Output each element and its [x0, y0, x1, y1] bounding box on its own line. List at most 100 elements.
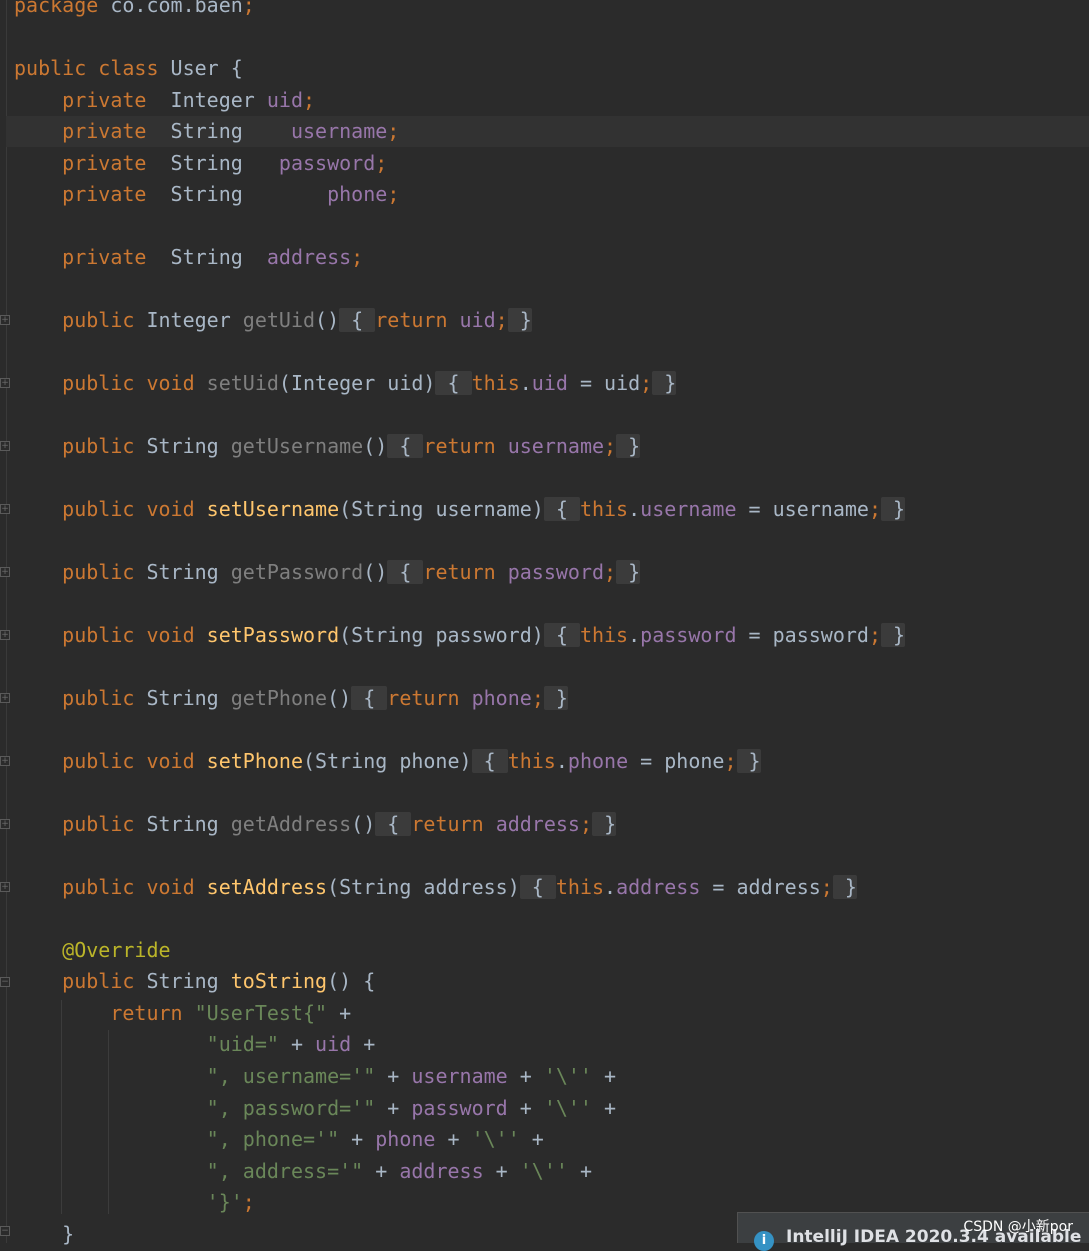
- concat-password[interactable]: ", password='" + password + '\'' +: [14, 1093, 616, 1124]
- code-token: @Override: [14, 938, 171, 962]
- code-token: "UserTest{": [194, 1001, 328, 1025]
- code-editor[interactable]: package co.com.baen; public class User { …: [0, 0, 1089, 1246]
- code-token: getUsername: [230, 434, 364, 458]
- code-token: = address: [700, 875, 821, 899]
- field-uid[interactable]: private Integer uid;: [14, 85, 315, 116]
- code-token: +: [591, 1064, 617, 1088]
- package-line[interactable]: package co.com.baen;: [14, 0, 255, 21]
- code-token: ;: [868, 497, 881, 521]
- fold-icon[interactable]: −: [0, 1226, 10, 1236]
- code-token: String: [146, 812, 231, 836]
- code-token: public: [14, 686, 147, 710]
- code-token: setAddress: [206, 875, 328, 899]
- code-token: private: [14, 151, 171, 175]
- method-getpassword[interactable]: public String getPassword() { return pas…: [14, 557, 641, 588]
- method-getusername[interactable]: public String getUsername() { return use…: [14, 431, 641, 462]
- code-token: {: [543, 497, 580, 521]
- code-token: ", address='": [14, 1159, 364, 1183]
- code-token: address: [616, 875, 701, 899]
- method-getuid[interactable]: public Integer getUid() { return uid; }: [14, 305, 532, 336]
- info-icon: i: [754, 1231, 774, 1251]
- method-close[interactable]: }: [14, 1219, 74, 1250]
- return-line[interactable]: return "UserTest{" +: [14, 998, 351, 1029]
- fold-icon[interactable]: +: [0, 504, 10, 514]
- code-token: ;: [242, 0, 255, 17]
- fold-icon[interactable]: +: [0, 315, 10, 325]
- code-token: getUid: [242, 308, 316, 332]
- code-token: ;: [640, 371, 653, 395]
- field-address[interactable]: private String address;: [14, 242, 363, 273]
- override-annotation[interactable]: @Override: [14, 935, 171, 966]
- code-token: }: [880, 497, 906, 521]
- code-token: +: [375, 1096, 412, 1120]
- code-token: phone: [567, 749, 629, 773]
- code-token: return: [14, 1001, 195, 1025]
- code-token: this: [555, 875, 605, 899]
- code-token: }: [592, 812, 617, 836]
- code-token: '\'': [543, 1064, 592, 1088]
- code-token: public void: [14, 623, 207, 647]
- code-token: ;: [724, 749, 737, 773]
- code-token: username: [411, 1064, 508, 1088]
- code-token: address: [495, 812, 580, 836]
- method-setusername[interactable]: public void setUsername(String username)…: [14, 494, 906, 525]
- concat-username[interactable]: ", username='" + username + '\'' +: [14, 1061, 616, 1092]
- code-token: (String address): [327, 875, 520, 899]
- code-token: setUid: [206, 371, 279, 395]
- code-token: this: [507, 749, 556, 773]
- code-token: }: [616, 434, 641, 458]
- code-token: ;: [242, 1190, 255, 1214]
- fold-icon[interactable]: +: [0, 567, 10, 577]
- code-token: password: [507, 560, 605, 584]
- code-token: ;: [531, 686, 544, 710]
- code-token: phone: [327, 182, 388, 206]
- fold-icon[interactable]: −: [0, 977, 10, 987]
- code-token: private: [14, 182, 171, 206]
- code-token: package: [14, 0, 99, 17]
- code-token: .: [519, 371, 532, 395]
- code-token: phone: [375, 1127, 436, 1151]
- code-token: }: [652, 371, 677, 395]
- code-token: ;: [820, 875, 833, 899]
- method-tostring[interactable]: public String toString() {: [14, 966, 375, 997]
- code-token: public class: [14, 56, 171, 80]
- concat-address[interactable]: ", address='" + address + '\'' +: [14, 1156, 592, 1187]
- concat-close[interactable]: '}';: [14, 1187, 255, 1218]
- method-setuid[interactable]: public void setUid(Integer uid) { this.u…: [14, 368, 677, 399]
- code-token: {: [387, 434, 424, 458]
- code-token: private: [14, 119, 171, 143]
- fold-icon[interactable]: +: [0, 882, 10, 892]
- code-token: (String phone): [302, 749, 472, 773]
- code-token: +: [351, 1032, 376, 1056]
- field-username[interactable]: private String username;: [14, 116, 399, 147]
- method-getaddress[interactable]: public String getAddress() { return addr…: [14, 809, 617, 840]
- code-token: (String password): [339, 623, 544, 647]
- field-password[interactable]: private String password;: [14, 148, 387, 179]
- fold-icon[interactable]: +: [0, 630, 10, 640]
- fold-icon[interactable]: +: [0, 693, 10, 703]
- method-setaddress[interactable]: public void setAddress(String address) {…: [14, 872, 857, 903]
- method-setphone[interactable]: public void setPhone(String phone) { thi…: [14, 746, 761, 777]
- method-setpassword[interactable]: public void setPassword(String password)…: [14, 620, 906, 651]
- field-phone[interactable]: private String phone;: [14, 179, 399, 210]
- code-token: uid: [315, 1032, 352, 1056]
- code-token: = phone: [628, 749, 725, 773]
- code-token: (): [327, 686, 352, 710]
- code-token: ;: [303, 88, 316, 112]
- code-token: this: [579, 497, 629, 521]
- code-token: .: [555, 749, 568, 773]
- concat-uid[interactable]: "uid=" + uid +: [14, 1029, 376, 1060]
- fold-icon[interactable]: +: [0, 819, 10, 829]
- code-token: public: [14, 969, 147, 993]
- class-declaration[interactable]: public class User {: [14, 53, 243, 84]
- code-token: return: [423, 434, 508, 458]
- fold-icon[interactable]: +: [0, 756, 10, 766]
- code-token: +: [519, 1127, 544, 1151]
- fold-icon[interactable]: +: [0, 378, 10, 388]
- code-token: Integer: [146, 308, 243, 332]
- method-getphone[interactable]: public String getPhone() { return phone;…: [14, 683, 568, 714]
- fold-icon[interactable]: +: [0, 441, 10, 451]
- concat-phone[interactable]: ", phone='" + phone + '\'' +: [14, 1124, 544, 1155]
- code-token: '\'': [543, 1096, 592, 1120]
- code-token: (): [363, 434, 388, 458]
